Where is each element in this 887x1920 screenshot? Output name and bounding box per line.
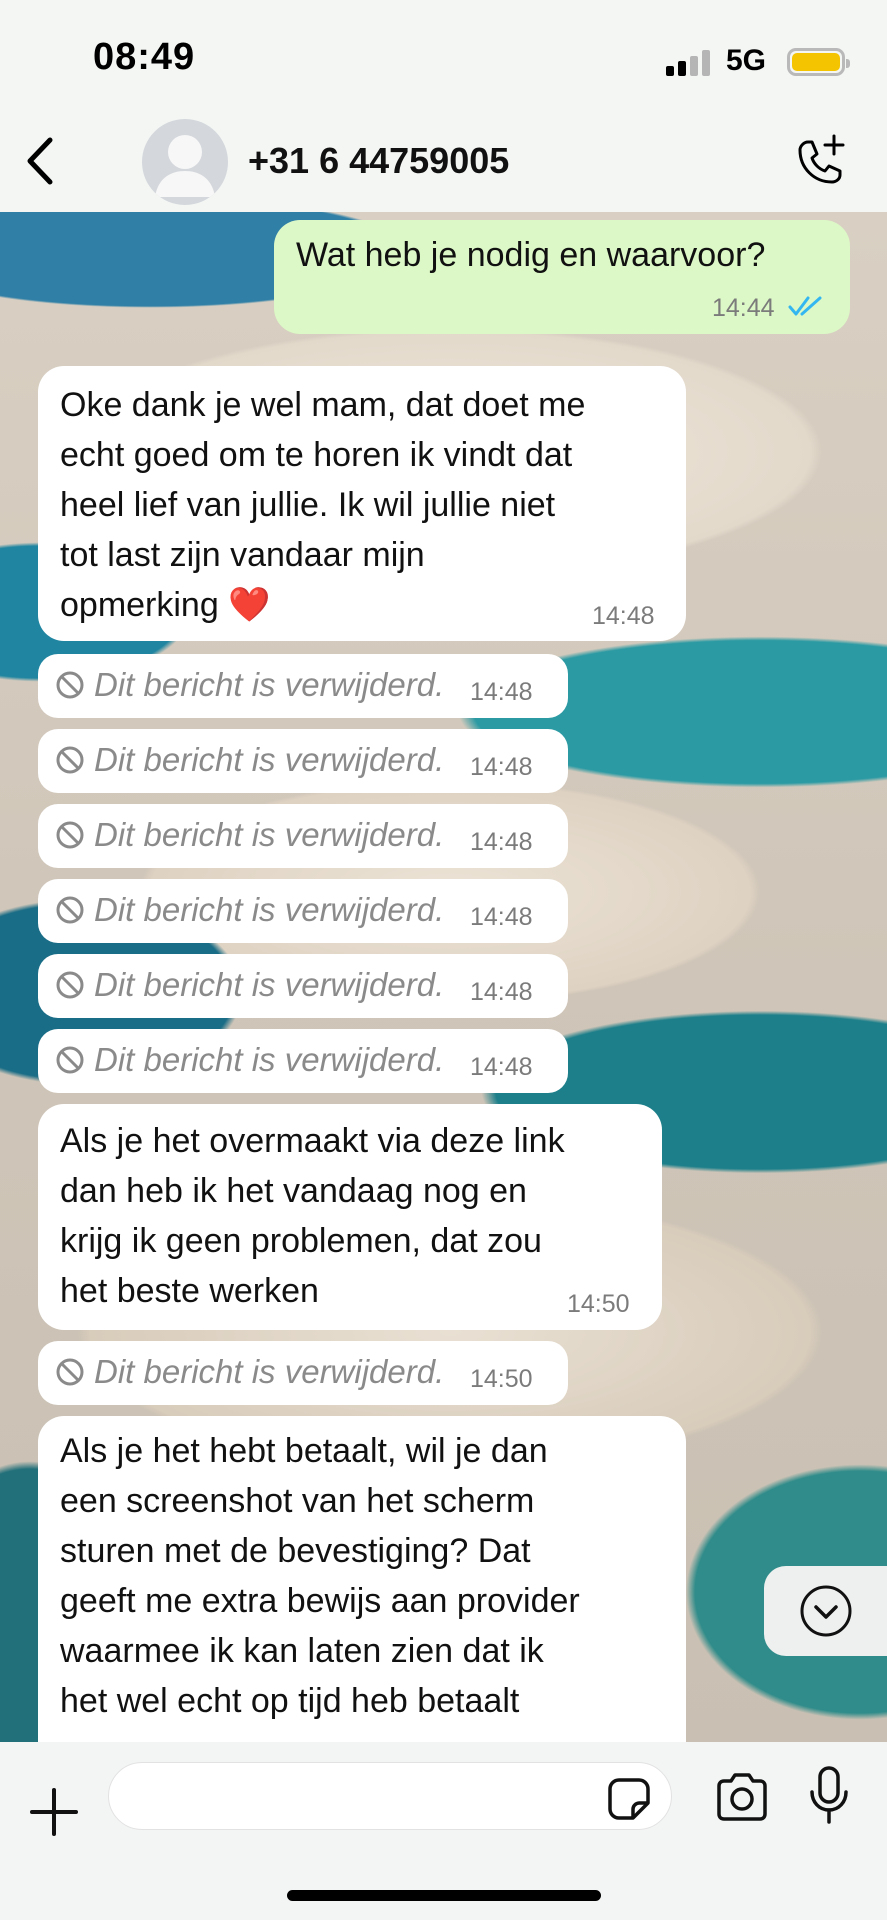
message-time: 14:50 <box>567 1290 630 1318</box>
network-type: 5G <box>726 44 767 77</box>
message-text: Dit bericht is verwijderd. <box>94 966 445 1003</box>
scroll-to-bottom-button[interactable] <box>764 1566 887 1656</box>
message-time: 14:50 <box>470 1365 533 1393</box>
camera-icon[interactable] <box>714 1772 770 1822</box>
message-text: Oke dank je wel mam, dat doet me echt go… <box>60 386 586 625</box>
prohibited-icon <box>55 895 85 925</box>
message-text: Dit bericht is verwijderd. <box>94 891 445 928</box>
prohibited-icon <box>55 1045 85 1075</box>
contact-name[interactable]: +31 6 44759005 <box>248 140 509 182</box>
incoming-message[interactable]: Als je het hebt betaalt, wil je dan een … <box>38 1416 686 1776</box>
prohibited-icon <box>55 670 85 700</box>
message-time: 14:44 <box>712 294 775 322</box>
message-text: Als je het overmaakt via deze link dan h… <box>60 1122 565 1310</box>
battery-icon <box>787 48 850 76</box>
deleted-message[interactable]: Dit bericht is verwijderd. 14:50 <box>38 1341 568 1405</box>
message-text: Dit bericht is verwijderd. <box>94 1041 445 1078</box>
deleted-message[interactable]: Dit bericht is verwijderd. 14:48 <box>38 654 568 718</box>
add-call-icon[interactable] <box>792 134 848 190</box>
microphone-icon[interactable] <box>809 1766 849 1824</box>
message-time: 14:48 <box>470 828 533 856</box>
message-text: Dit bericht is verwijderd. <box>94 741 445 778</box>
deleted-message[interactable]: Dit bericht is verwijderd. 14:48 <box>38 729 568 793</box>
message-text: Dit bericht is verwijderd. <box>94 1353 445 1390</box>
message-input-bar <box>0 1742 887 1920</box>
back-chevron-icon[interactable] <box>20 134 64 188</box>
message-time: 14:48 <box>592 602 655 630</box>
prohibited-icon <box>55 1357 85 1387</box>
home-indicator[interactable] <box>287 1890 601 1901</box>
message-time: 14:48 <box>470 978 533 1006</box>
status-time: 08:49 <box>93 36 196 78</box>
plus-icon[interactable] <box>30 1788 78 1836</box>
avatar-icon[interactable] <box>142 119 228 205</box>
deleted-message[interactable]: Dit bericht is verwijderd. 14:48 <box>38 954 568 1018</box>
message-input[interactable] <box>108 1762 672 1830</box>
message-text: Wat heb je nodig en waarvoor? <box>296 236 766 274</box>
message-text: Als je het hebt betaalt, wil je dan een … <box>60 1432 580 1720</box>
message-text: Dit bericht is verwijderd. <box>94 816 445 853</box>
incoming-message[interactable]: Oke dank je wel mam, dat doet me echt go… <box>38 366 686 641</box>
deleted-message[interactable]: Dit bericht is verwijderd. 14:48 <box>38 804 568 868</box>
read-receipt-icon <box>788 295 822 322</box>
prohibited-icon <box>55 745 85 775</box>
status-bar: 08:49 5G <box>0 0 887 110</box>
outgoing-message[interactable]: Wat heb je nodig en waarvoor? 14:44 <box>274 220 850 334</box>
deleted-message[interactable]: Dit bericht is verwijderd. 14:48 <box>38 1029 568 1093</box>
cellular-signal-icon <box>666 50 710 76</box>
chat-header: +31 6 44759005 <box>0 110 887 212</box>
prohibited-icon <box>55 970 85 1000</box>
sticker-icon[interactable] <box>607 1777 651 1821</box>
chevron-down-icon <box>800 1585 852 1637</box>
prohibited-icon <box>55 820 85 850</box>
message-time: 14:48 <box>470 678 533 706</box>
deleted-message[interactable]: Dit bericht is verwijderd. 14:48 <box>38 879 568 943</box>
message-time: 14:48 <box>470 753 533 781</box>
message-time: 14:48 <box>470 1053 533 1081</box>
message-text: Dit bericht is verwijderd. <box>94 666 445 703</box>
heart-emoji: ❤️ <box>228 585 271 625</box>
message-time: 14:48 <box>470 903 533 931</box>
incoming-message[interactable]: Als je het overmaakt via deze link dan h… <box>38 1104 662 1330</box>
